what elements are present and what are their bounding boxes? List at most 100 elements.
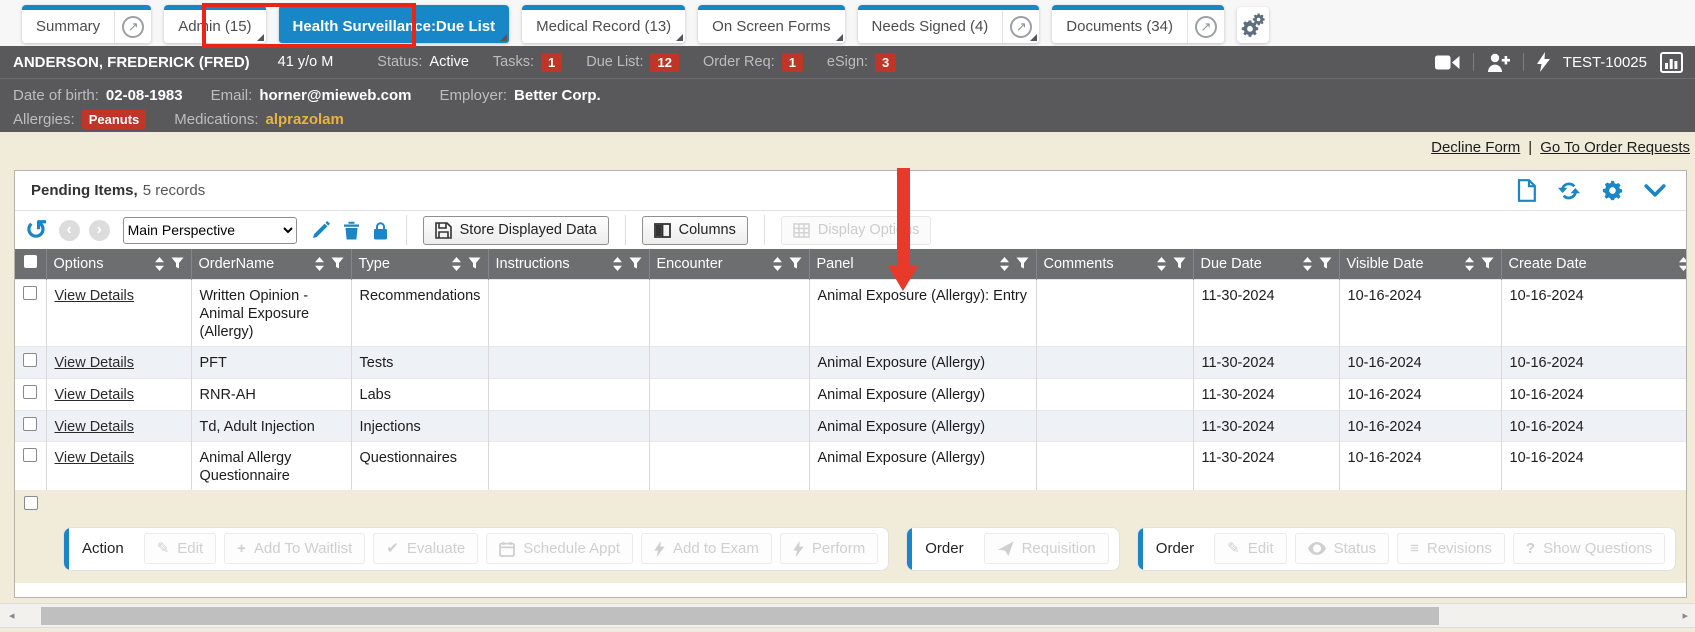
edit-button[interactable]: Edit: [144, 533, 216, 564]
perform-button[interactable]: Perform: [780, 533, 878, 564]
sort-icon[interactable]: [999, 256, 1010, 272]
gear-icon[interactable]: [1602, 180, 1623, 201]
order-req-count-badge[interactable]: 1: [782, 53, 803, 72]
row-checkbox[interactable]: [23, 286, 37, 300]
video-visit-icon[interactable]: [1435, 54, 1460, 71]
columns-button[interactable]: Columns: [642, 216, 748, 245]
schedule-appt-button[interactable]: Schedule Appt: [486, 533, 633, 564]
filter-icon[interactable]: [1319, 257, 1332, 270]
sort-icon[interactable]: [451, 256, 462, 272]
column-header-ordername[interactable]: OrderName: [191, 249, 351, 279]
view-details-link[interactable]: View Details: [55, 355, 135, 371]
tab-admin[interactable]: Admin (15): [164, 5, 265, 43]
medications-label: Medications:: [174, 111, 258, 128]
sort-icon[interactable]: [612, 256, 623, 272]
column-header-create-date[interactable]: Create Date: [1501, 249, 1686, 279]
display-options-button[interactable]: Display Options: [781, 216, 932, 245]
row-checkbox[interactable]: [23, 448, 37, 462]
evaluate-button[interactable]: Evaluate: [373, 533, 478, 564]
perspective-select[interactable]: Main Perspective: [123, 217, 297, 244]
sort-icon[interactable]: [772, 256, 783, 272]
footer-select-all-checkbox[interactable]: [24, 496, 38, 510]
column-header-instructions[interactable]: Instructions: [488, 249, 649, 279]
new-document-icon[interactable]: [1517, 179, 1536, 202]
chart-stats-icon[interactable]: [1660, 52, 1683, 73]
view-details-link[interactable]: View Details: [55, 288, 135, 304]
add-to-waitlist-button[interactable]: Add To Waitlist: [224, 533, 365, 564]
collapse-chevron-icon[interactable]: [1644, 184, 1666, 198]
filter-icon[interactable]: [629, 257, 642, 270]
store-displayed-data-button[interactable]: Store Displayed Data: [423, 216, 609, 245]
order-revisions-button[interactable]: Revisions: [1397, 533, 1505, 564]
filter-icon[interactable]: [331, 257, 344, 270]
allergy-badge[interactable]: Peanuts: [82, 110, 147, 129]
sort-icon[interactable]: [1156, 256, 1167, 272]
medication-value[interactable]: alprazolam: [266, 111, 344, 128]
go-to-order-requests-link[interactable]: Go To Order Requests: [1540, 139, 1690, 156]
tab-on-screen-forms[interactable]: On Screen Forms: [698, 5, 844, 43]
cell-visible-date: 10-16-2024: [1339, 410, 1501, 441]
tab-medical-record[interactable]: Medical Record (13): [522, 5, 685, 43]
row-checkbox[interactable]: [23, 353, 37, 367]
cell-order-name: RNR-AH: [191, 378, 351, 410]
sort-icon[interactable]: [154, 256, 165, 272]
add-to-exam-button[interactable]: Add to Exam: [641, 533, 772, 564]
refresh-icon[interactable]: [1557, 180, 1581, 201]
view-details-link[interactable]: View Details: [55, 387, 135, 403]
order-status-button[interactable]: Status: [1295, 533, 1390, 564]
tab-summary-popout[interactable]: [114, 10, 151, 43]
sort-icon[interactable]: [314, 256, 325, 272]
tab-health-surveillance-due-list[interactable]: Health Surveillance:Due List: [279, 5, 510, 43]
tab-needs-signed-popout[interactable]: [1002, 10, 1039, 43]
requisition-button[interactable]: Requisition: [984, 533, 1109, 564]
edit-perspective-pencil-icon[interactable]: [312, 221, 330, 239]
filter-icon[interactable]: [1481, 257, 1494, 270]
column-header-options[interactable]: Options: [46, 249, 191, 279]
row-checkbox[interactable]: [23, 385, 37, 399]
due-list-label: Due List:: [586, 54, 643, 70]
decline-form-link[interactable]: Decline Form: [1431, 139, 1520, 156]
filter-icon[interactable]: [171, 257, 184, 270]
delete-perspective-trash-icon[interactable]: [343, 221, 360, 240]
column-header-type[interactable]: Type: [351, 249, 488, 279]
view-details-link[interactable]: View Details: [55, 419, 135, 435]
column-header-panel[interactable]: Panel: [809, 249, 1036, 279]
filter-icon[interactable]: [468, 257, 481, 270]
sort-icon[interactable]: [1678, 256, 1686, 272]
tasks-count-badge[interactable]: 1: [541, 53, 562, 72]
cell-comments: [1036, 410, 1193, 441]
next-perspective-button[interactable]: [89, 220, 110, 241]
order-edit-button[interactable]: Edit: [1214, 533, 1286, 564]
filter-icon[interactable]: [1173, 257, 1186, 270]
add-person-icon[interactable]: [1487, 53, 1510, 72]
due-list-count-badge[interactable]: 12: [650, 53, 678, 72]
sort-icon[interactable]: [1464, 256, 1475, 272]
filter-icon[interactable]: [789, 257, 802, 270]
tab-needs-signed[interactable]: Needs Signed (4): [858, 5, 1040, 43]
select-all-checkbox[interactable]: [24, 255, 37, 268]
cell-create-date: 10-16-2024: [1501, 410, 1686, 441]
row-checkbox[interactable]: [23, 417, 37, 431]
tab-summary[interactable]: Summary: [22, 5, 151, 43]
reset-perspective-icon[interactable]: [25, 220, 48, 240]
tab-documents-popout[interactable]: [1187, 10, 1224, 43]
scrollbar-thumb[interactable]: [41, 607, 1439, 625]
filter-icon[interactable]: [1016, 257, 1029, 270]
lock-perspective-icon[interactable]: [373, 221, 388, 240]
show-questions-button[interactable]: Show Questions: [1513, 533, 1665, 564]
view-details-link[interactable]: View Details: [55, 450, 135, 466]
cell-encounter: [649, 346, 809, 378]
previous-perspective-button[interactable]: [59, 220, 80, 241]
scroll-left-arrow-icon[interactable]: [9, 609, 15, 622]
horizontal-scrollbar[interactable]: [0, 603, 1695, 628]
esign-count-badge[interactable]: 3: [875, 53, 896, 72]
column-header-due-date[interactable]: Due Date: [1193, 249, 1339, 279]
column-header-visible-date[interactable]: Visible Date: [1339, 249, 1501, 279]
column-header-comments[interactable]: Comments: [1036, 249, 1193, 279]
sort-icon[interactable]: [1302, 256, 1313, 272]
column-header-encounter[interactable]: Encounter: [649, 249, 809, 279]
tab-settings-button[interactable]: [1237, 7, 1269, 43]
scroll-right-arrow-icon[interactable]: [1682, 609, 1688, 622]
quick-action-bolt-icon[interactable]: [1537, 52, 1550, 72]
tab-documents[interactable]: Documents (34): [1052, 5, 1224, 43]
